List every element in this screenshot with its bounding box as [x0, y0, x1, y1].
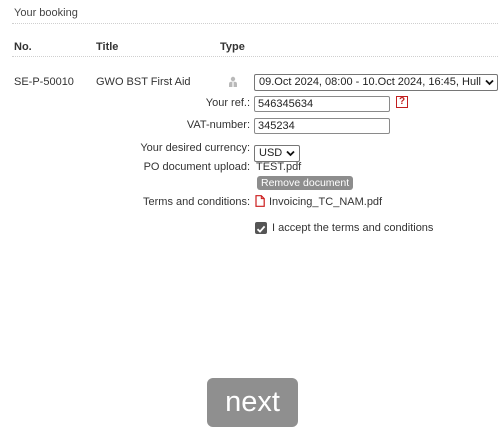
- section-title: Your booking: [14, 7, 78, 19]
- help-icon[interactable]: ?: [396, 96, 408, 108]
- person-icon: [229, 76, 237, 87]
- next-button[interactable]: next: [207, 378, 298, 427]
- remove-document-button[interactable]: Remove document: [257, 176, 354, 190]
- your-ref-input[interactable]: [254, 96, 390, 112]
- terms-label: Terms and conditions:: [143, 196, 250, 208]
- header-type: Type: [220, 41, 245, 53]
- course-number: SE-P-50010: [14, 76, 74, 88]
- vat-number-label: VAT-number:: [186, 119, 250, 131]
- session-select[interactable]: 09.Oct 2024, 08:00 - 10.Oct 2024, 16:45,…: [254, 74, 498, 91]
- divider: [12, 23, 498, 24]
- pdf-icon: [255, 195, 265, 207]
- header-title: Title: [96, 41, 119, 53]
- session-select-value: 09.Oct 2024, 08:00 - 10.Oct 2024, 16:45,…: [259, 76, 481, 88]
- vat-number-input[interactable]: [254, 118, 390, 134]
- currency-select-value: USD: [259, 147, 283, 159]
- currency-select[interactable]: USD: [254, 145, 300, 162]
- booking-page: Your booking No. Title Type SE-P-50010 G…: [0, 0, 504, 439]
- chevron-down-icon: [485, 79, 494, 86]
- header-no: No.: [14, 41, 32, 53]
- your-ref-label: Your ref.:: [205, 97, 250, 109]
- course-title: GWO BST First Aid: [96, 76, 191, 88]
- accept-terms-checkbox[interactable]: [255, 222, 267, 234]
- chevron-down-icon: [286, 150, 295, 157]
- checkmark-icon: [256, 225, 266, 233]
- divider: [12, 56, 498, 57]
- accept-terms-label: I accept the terms and conditions: [272, 222, 434, 234]
- po-upload-label: PO document upload:: [143, 161, 250, 173]
- terms-file-link[interactable]: Invoicing_TC_NAM.pdf: [269, 196, 382, 208]
- po-file-name: TEST.pdf: [256, 161, 302, 173]
- currency-label: Your desired currency:: [140, 142, 250, 154]
